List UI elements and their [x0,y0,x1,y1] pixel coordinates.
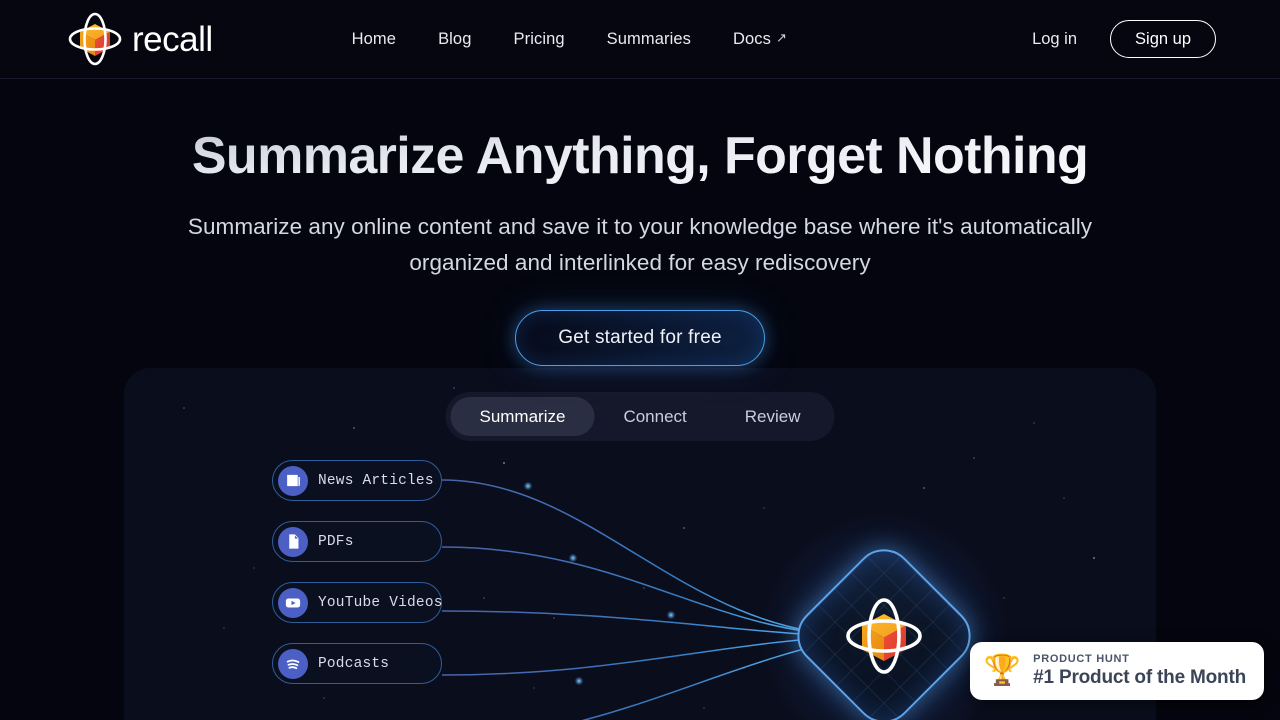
source-pill-pdfs[interactable]: PDFs [272,521,442,562]
primary-navigation: Home Blog Pricing Summaries Docs ↗ [352,30,787,49]
nav-link-summaries[interactable]: Summaries [607,30,691,49]
nav-link-blog[interactable]: Blog [438,30,471,49]
product-hunt-badge-text: PRODUCT HUNT #1 Product of the Month [1033,653,1246,689]
document-icon [278,526,308,557]
nav-link-home[interactable]: Home [352,30,396,49]
product-hunt-kicker: PRODUCT HUNT [1033,653,1130,665]
page-title: Summarize Anything, Forget Nothing [0,127,1280,185]
showcase-tabs: Summarize Connect Review [445,392,835,441]
source-pill-news-articles[interactable]: News Articles [272,460,442,501]
cta-container: Get started for free [0,310,1280,367]
get-started-button[interactable]: Get started for free [515,310,765,367]
youtube-play-icon [278,587,308,618]
spotify-waves-icon [278,648,308,679]
hero-section: Summarize Anything, Forget Nothing Summa… [0,79,1280,367]
external-link-arrow-icon: ↗ [775,30,787,45]
trophy-icon: 🏆 [983,654,1022,687]
product-hunt-badge[interactable]: 🏆 PRODUCT HUNT #1 Product of the Month [969,642,1264,700]
source-pill-label: YouTube Videos [318,594,443,611]
source-pill-label: News Articles [318,472,434,489]
tab-summarize[interactable]: Summarize [450,397,595,436]
source-pill-label: Podcasts [318,655,390,672]
brand-logo-link[interactable]: recall [64,8,213,70]
tab-connect[interactable]: Connect [594,397,715,436]
landing-page: recall Home Blog Pricing Summaries Docs … [0,0,1280,720]
tab-review[interactable]: Review [716,397,830,436]
recall-orbit-cube-logo-icon [838,590,930,682]
signup-button[interactable]: Sign up [1110,19,1216,59]
content-source-list: News Articles PDFs YouTube Videos Podcas… [272,460,442,684]
hero-subtitle: Summarize any online content and save it… [187,214,1093,275]
newspaper-icon [278,465,308,496]
source-pill-podcasts[interactable]: Podcasts [272,643,442,684]
site-header: recall Home Blog Pricing Summaries Docs … [0,0,1280,79]
source-pill-youtube-videos[interactable]: YouTube Videos [272,582,442,623]
auth-actions: Log in Sign up [1032,19,1216,59]
nav-link-docs[interactable]: Docs ↗ [733,30,787,49]
nav-link-pricing[interactable]: Pricing [514,30,565,49]
nav-link-docs-label: Docs [732,29,771,48]
source-pill-label: PDFs [318,533,354,550]
brand-name: recall [132,19,213,59]
recall-orbit-cube-logo-icon [64,8,126,70]
product-hunt-title: #1 Product of the Month [1033,667,1246,688]
central-knowledge-node [759,511,1009,720]
login-link[interactable]: Log in [1032,30,1077,49]
